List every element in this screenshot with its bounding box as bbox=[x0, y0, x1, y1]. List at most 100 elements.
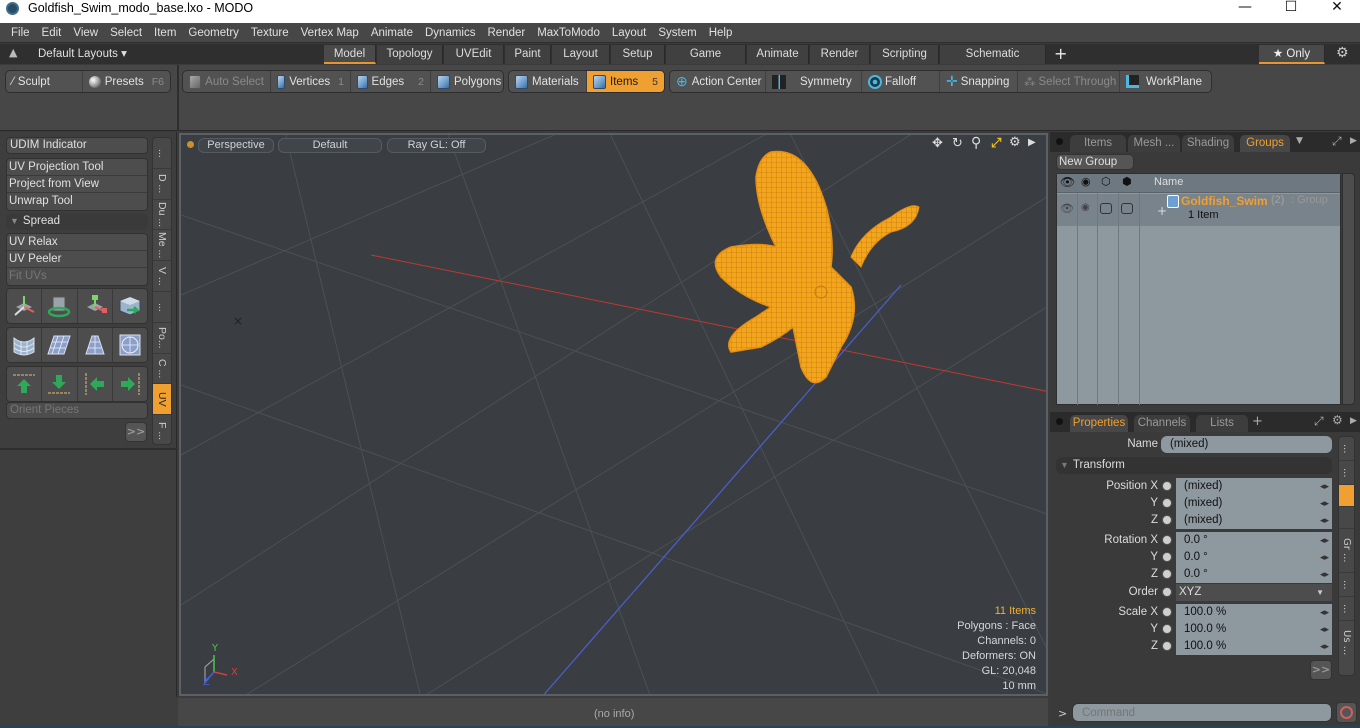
keyframe-toggle-icon[interactable] bbox=[1162, 552, 1172, 562]
row-select-toggle[interactable] bbox=[1121, 203, 1133, 214]
uv-transform-tool[interactable] bbox=[113, 289, 147, 323]
materials-button[interactable]: Materials bbox=[509, 71, 588, 92]
stepper-arrows-icon[interactable]: ◂▸ bbox=[1320, 566, 1329, 583]
menu-geometry[interactable]: Geometry bbox=[182, 23, 245, 43]
zoom-view-icon[interactable]: ⚲ bbox=[971, 135, 981, 151]
side-tab-4[interactable]: ... bbox=[1339, 573, 1354, 597]
property-value-field[interactable]: (mixed) ◂▸ bbox=[1176, 512, 1332, 529]
presets-button[interactable]: Presets F6 bbox=[83, 71, 170, 92]
vertices-button[interactable]: Vertices 1 bbox=[271, 71, 351, 92]
row-lock-toggle[interactable] bbox=[1100, 203, 1112, 214]
project-from-view-button[interactable]: Project from View bbox=[7, 176, 147, 193]
tab-game-tools[interactable]: Game Tools bbox=[666, 45, 746, 78]
menu-vertex-map[interactable]: Vertex Map bbox=[295, 23, 365, 43]
3d-viewport[interactable]: × Perspective Default Ray GL: Off ✥ ↻ ⚲ … bbox=[179, 133, 1048, 696]
falloff-button[interactable]: Falloff bbox=[862, 71, 940, 92]
render-column-icon[interactable]: ◉ bbox=[1081, 175, 1091, 188]
goldfish-mesh[interactable] bbox=[701, 147, 931, 397]
rotation-order-dropdown[interactable]: XYZ ▼ bbox=[1176, 584, 1332, 601]
tab-render[interactable]: Render bbox=[810, 45, 870, 64]
property-value-field[interactable]: (mixed) ◂▸ bbox=[1176, 478, 1332, 495]
gear-icon[interactable]: ⚙ bbox=[1336, 45, 1349, 61]
cylindrical-projection-tool[interactable] bbox=[7, 328, 43, 362]
vtab-uv[interactable]: UV bbox=[153, 384, 171, 416]
new-group-button[interactable]: New Group bbox=[1056, 154, 1134, 170]
tab-shading[interactable]: Shading bbox=[1182, 135, 1234, 152]
sculpt-button[interactable]: ⁄ Sculpt bbox=[6, 71, 83, 92]
keyframe-toggle-icon[interactable] bbox=[1162, 481, 1172, 491]
side-tab-active[interactable] bbox=[1339, 485, 1354, 507]
view-type-dropdown[interactable]: Perspective bbox=[198, 138, 274, 153]
fit-uvs-button[interactable]: Fit UVs bbox=[7, 268, 147, 285]
more-properties-button[interactable]: >> bbox=[1310, 660, 1332, 680]
minimize-button[interactable]: — bbox=[1222, 0, 1268, 17]
tab-uvedit[interactable]: UVEdit bbox=[444, 45, 504, 64]
add-tab-button[interactable]: + bbox=[1252, 414, 1263, 429]
stepper-arrows-icon[interactable]: ◂▸ bbox=[1320, 604, 1329, 621]
visibility-column-icon[interactable]: 👁 bbox=[1060, 175, 1075, 189]
property-value-field[interactable]: (mixed) ◂▸ bbox=[1176, 495, 1332, 512]
menu-render[interactable]: Render bbox=[481, 23, 531, 43]
tab-properties[interactable]: Properties bbox=[1070, 415, 1128, 432]
keyframe-toggle-icon[interactable] bbox=[1162, 569, 1172, 579]
menu-dynamics[interactable]: Dynamics bbox=[419, 23, 481, 43]
viewport-settings-icon[interactable]: ⚙ bbox=[1009, 135, 1021, 150]
record-macro-button[interactable] bbox=[1336, 702, 1357, 723]
perspective-projection-tool[interactable] bbox=[78, 328, 113, 362]
vtab-me[interactable]: Me ... bbox=[153, 230, 171, 262]
tab-groups[interactable]: Groups bbox=[1240, 135, 1290, 152]
keyframe-toggle-icon[interactable] bbox=[1162, 641, 1172, 651]
tabs-dropdown-icon[interactable]: ▼ bbox=[1296, 136, 1303, 146]
tab-setup[interactable]: Setup bbox=[611, 45, 665, 64]
collapse-up-icon[interactable]: ▲ bbox=[9, 46, 17, 59]
menu-edit[interactable]: Edit bbox=[36, 23, 68, 43]
transform-section-header[interactable]: ▼ Transform bbox=[1056, 457, 1332, 474]
unwrap-tool-button[interactable]: Unwrap Tool bbox=[7, 193, 147, 210]
align-left-button[interactable] bbox=[78, 367, 113, 401]
vtab-5[interactable]: ... bbox=[153, 292, 171, 323]
vtab-f[interactable]: F ... bbox=[153, 415, 171, 446]
spread-section-header[interactable]: ▼ Spread bbox=[6, 213, 148, 230]
menu-file[interactable]: File bbox=[0, 23, 36, 43]
rotate-view-icon[interactable]: ↻ bbox=[952, 136, 963, 151]
side-tab-us[interactable]: Us ... bbox=[1339, 621, 1354, 665]
uv-projection-tool-button[interactable]: UV Projection Tool bbox=[7, 159, 147, 176]
menu-system[interactable]: System bbox=[652, 23, 702, 43]
property-value-field[interactable]: 0.0 ° ◂▸ bbox=[1176, 566, 1332, 583]
add-tab-button[interactable]: + bbox=[1054, 44, 1067, 64]
maximize-button[interactable]: ☐ bbox=[1268, 0, 1314, 17]
items-button[interactable]: Items 5 bbox=[587, 71, 664, 92]
property-value-field[interactable]: 100.0 % ◂▸ bbox=[1176, 604, 1332, 621]
stepper-arrows-icon[interactable]: ◂▸ bbox=[1320, 495, 1329, 512]
panel-settings-icon[interactable]: ⚙ bbox=[1332, 413, 1343, 427]
property-value-field[interactable]: 0.0 ° ◂▸ bbox=[1176, 549, 1332, 566]
uv-peeler-button[interactable]: UV Peeler bbox=[7, 251, 147, 268]
tab-topology[interactable]: Topology bbox=[377, 45, 443, 64]
uv-relax-button[interactable]: UV Relax bbox=[7, 234, 147, 251]
action-center-button[interactable]: ⊕ Action Center bbox=[670, 71, 766, 92]
expand-row-icon[interactable]: + bbox=[1157, 204, 1167, 218]
select-through-button[interactable]: ⁂ Select Through bbox=[1018, 71, 1120, 92]
command-input[interactable] bbox=[1072, 703, 1332, 722]
pan-icon[interactable]: ✥ bbox=[932, 136, 943, 151]
polygons-button[interactable]: Polygons bbox=[431, 71, 503, 92]
uv-move-tool[interactable] bbox=[7, 289, 43, 323]
stepper-arrows-icon[interactable]: ◂▸ bbox=[1320, 478, 1329, 495]
tab-paint[interactable]: Paint bbox=[505, 45, 551, 64]
panel-menu-arrow-icon[interactable]: ▶ bbox=[1350, 136, 1357, 146]
stepper-arrows-icon[interactable]: ◂▸ bbox=[1320, 512, 1329, 529]
keyframe-toggle-icon[interactable] bbox=[1162, 587, 1172, 597]
name-field[interactable]: (mixed) bbox=[1161, 436, 1332, 453]
auto-select-button[interactable]: Auto Select bbox=[183, 71, 271, 92]
keyframe-toggle-icon[interactable] bbox=[1162, 607, 1172, 617]
tab-scripting[interactable]: Scripting bbox=[871, 45, 939, 64]
vtab-du[interactable]: Du ... bbox=[153, 200, 171, 231]
name-column-header[interactable]: Name bbox=[1154, 176, 1183, 188]
keyframe-toggle-icon[interactable] bbox=[1162, 624, 1172, 634]
uv-scale-tool[interactable] bbox=[78, 289, 113, 323]
stepper-arrows-icon[interactable]: ◂▸ bbox=[1320, 621, 1329, 638]
menu-texture[interactable]: Texture bbox=[245, 23, 295, 43]
select-column-icon[interactable]: ⬢ bbox=[1122, 175, 1132, 188]
snapping-button[interactable]: ✛ Snapping bbox=[940, 71, 1018, 92]
uv-rotate-tool[interactable] bbox=[42, 289, 78, 323]
